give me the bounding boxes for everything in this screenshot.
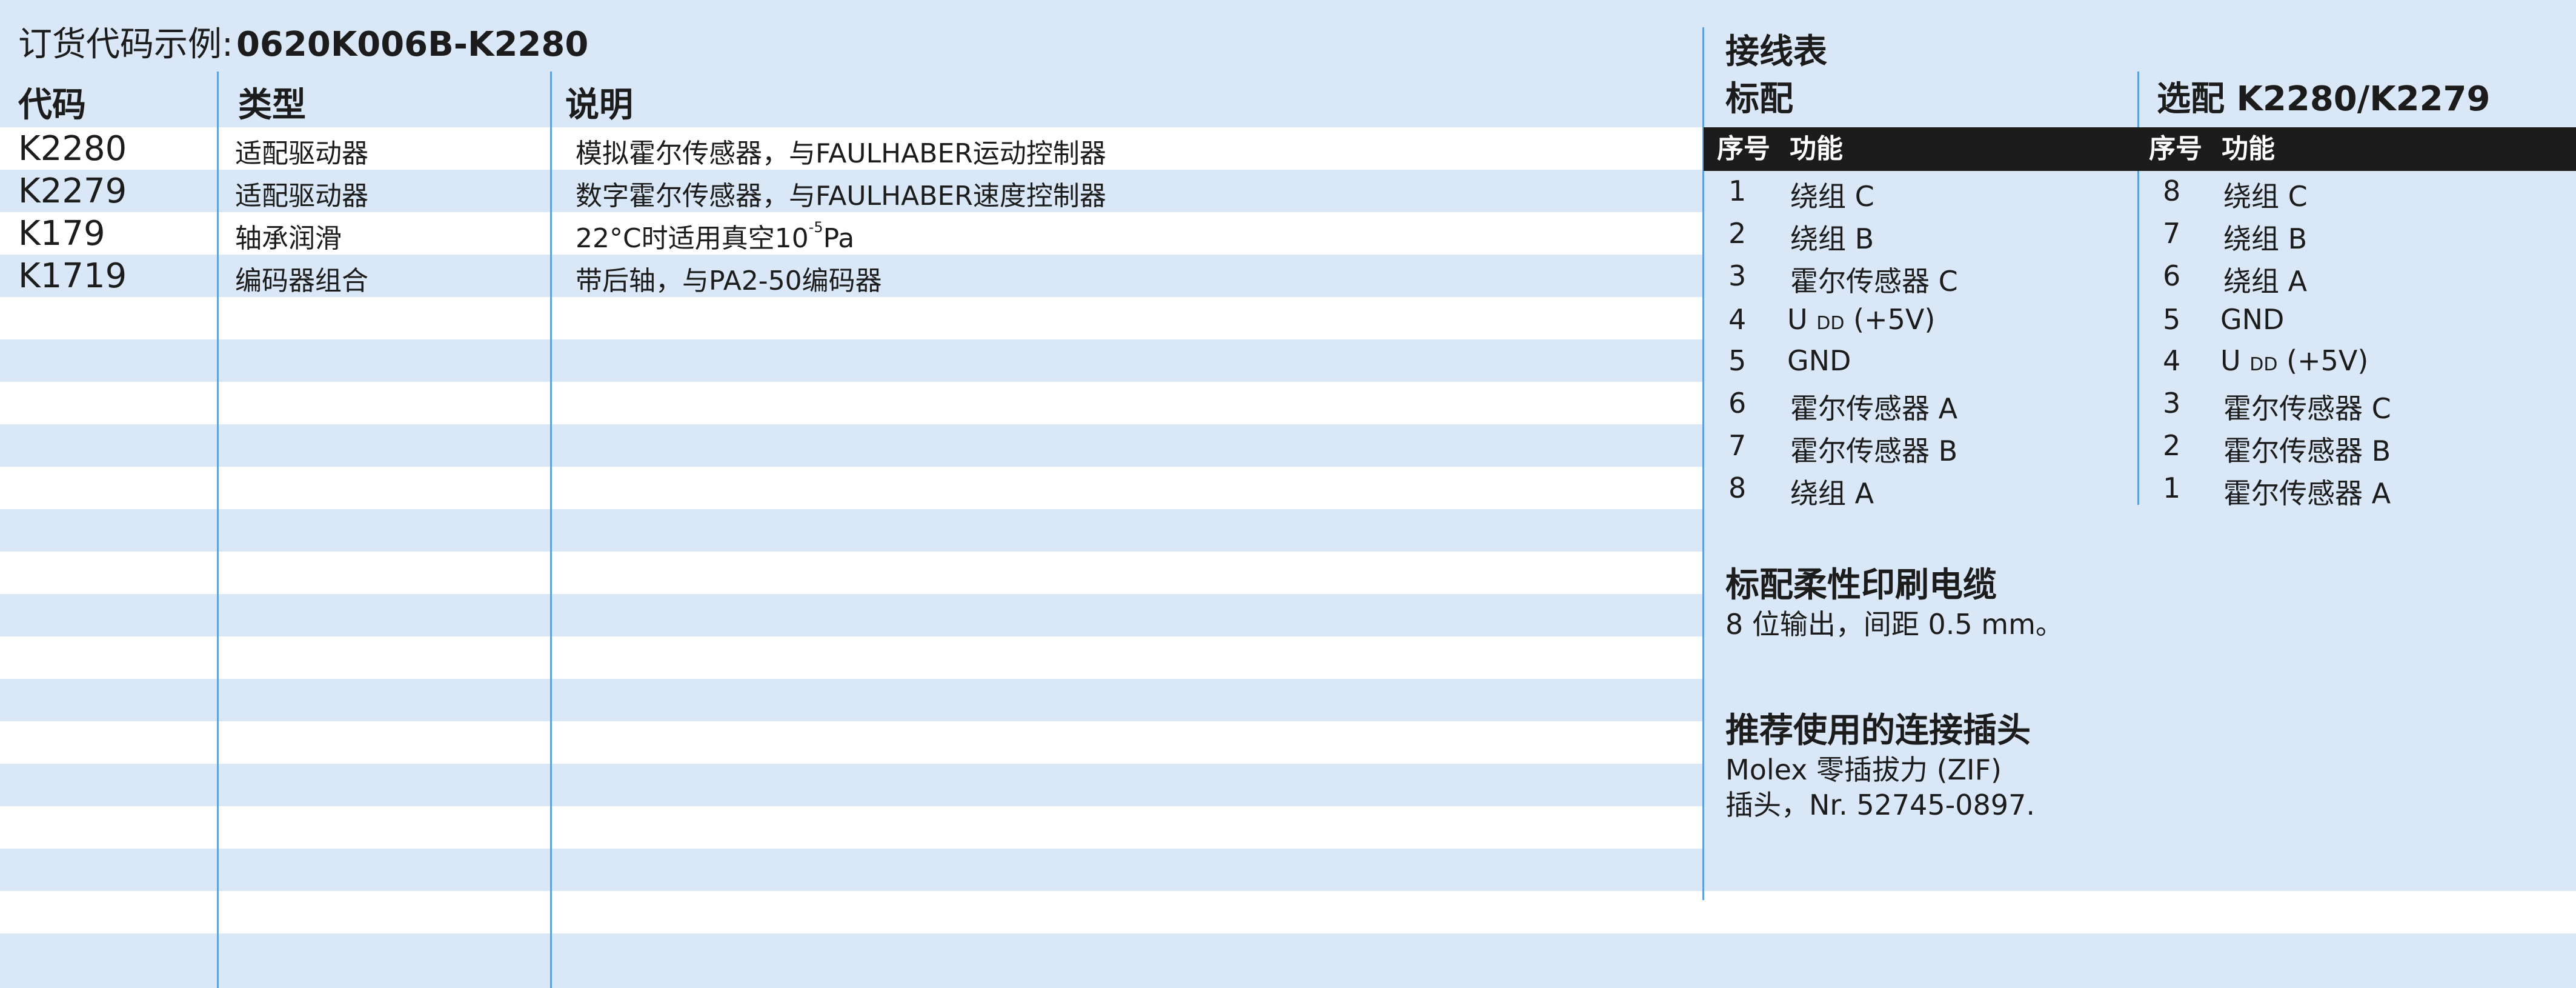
pin-number: 6 (1728, 387, 1747, 419)
row-stripe (0, 297, 1704, 339)
pin-number: 3 (1728, 259, 1747, 292)
option-code: K179 (18, 214, 105, 253)
pin-number: 3 (2163, 387, 2181, 419)
pin-number: 7 (1728, 429, 1747, 462)
option-type: 轴承润滑 (235, 223, 342, 254)
pin-function: 绕组 B (2223, 222, 2308, 255)
col-func-option: 功能 (2222, 133, 2275, 164)
option-code: K1719 (18, 256, 127, 296)
option-type: 适配驱动器 (235, 138, 368, 169)
row-stripe (0, 806, 1704, 849)
row-stripe (0, 891, 2576, 933)
option-description: 模拟霍尔传感器，与FAULHABER运动控制器 (576, 138, 1106, 169)
pin-function: GND (2220, 303, 2285, 336)
pin-number: 1 (1728, 175, 1747, 207)
order-example-label: 订货代码示例: (18, 25, 233, 64)
wiring-header-bar: 序号 功能 序号 功能 (1704, 127, 2576, 171)
connector-line-2: 插头，Nr. 52745-0897. (1725, 789, 2035, 821)
voltage-symbol: U (2220, 344, 2241, 377)
standard-label: 标配 (1725, 79, 1793, 119)
voltage-value: (+5V) (2286, 344, 2369, 377)
pin-number: 5 (1728, 344, 1747, 377)
col-no-option: 序号 (2149, 133, 2202, 164)
cable-text: 8 位输出，间距 0.5 mm。 (1725, 608, 2063, 641)
voltage-subscript: DD (1816, 313, 1845, 334)
pin-function: 绕组 C (2223, 180, 2308, 213)
voltage-symbol: U (1787, 303, 1808, 336)
pin-function: 霍尔传感器 A (2223, 477, 2391, 510)
header-description: 说明 (565, 85, 633, 125)
column-divider (217, 72, 219, 988)
row-stripe (0, 382, 1704, 424)
header-code: 代码 (18, 85, 86, 125)
pin-function: 绕组 A (1790, 477, 1874, 510)
row-stripe (0, 552, 1704, 594)
column-divider (550, 72, 552, 988)
wiring-title: 接线表 (1725, 32, 1827, 72)
option-type: 编码器组合 (235, 265, 368, 296)
pin-number: 8 (2163, 175, 2181, 207)
description-text: 22°C时适用真空10 (576, 223, 809, 254)
option-description: 22°C时适用真空10-5Pa (576, 216, 854, 255)
pin-number: 2 (2163, 429, 2181, 462)
unit: Pa (823, 223, 855, 254)
connector-line-1: Molex 零插拔力 (ZIF) (1725, 753, 2002, 786)
connector-title: 推荐使用的连接插头 (1725, 711, 2031, 750)
pin-function: 霍尔传感器 C (2223, 392, 2391, 425)
voltage-subscript: DD (2249, 354, 2278, 375)
order-example: 订货代码示例: 0620K006B-K2280 (18, 17, 588, 66)
header-type: 类型 (238, 85, 306, 125)
pin-function: 绕组 C (1790, 180, 1874, 213)
pin-number: 7 (2163, 217, 2181, 250)
pin-number: 1 (2163, 472, 2181, 504)
pin-function: 霍尔传感器 C (1790, 265, 1958, 298)
pin-number: 2 (1728, 217, 1747, 250)
pin-function: 绕组 B (1790, 222, 1874, 255)
pin-function: U DD (+5V) (2220, 344, 2368, 377)
exponent: -5 (808, 219, 823, 236)
pin-function: 绕组 A (2223, 265, 2308, 298)
row-stripe (0, 721, 1704, 764)
pin-number: 8 (1728, 472, 1747, 504)
option-label: 选配 K2280/K2279 (2157, 79, 2491, 119)
row-stripe (0, 636, 1704, 679)
order-example-code: 0620K006B-K2280 (236, 25, 589, 64)
voltage-value: (+5V) (1853, 303, 1936, 336)
option-description: 数字霍尔传感器，与FAULHABER速度控制器 (576, 181, 1106, 212)
option-description: 带后轴，与PA2-50编码器 (576, 265, 882, 296)
pin-function: 霍尔传感器 A (1790, 392, 1958, 425)
col-no-standard: 序号 (1717, 133, 1770, 164)
pin-function: 霍尔传感器 B (2223, 435, 2391, 467)
pin-number: 5 (2163, 303, 2181, 336)
option-code: K2280 (18, 129, 127, 169)
pin-function: GND (1787, 344, 1851, 377)
pin-function: 霍尔传感器 B (1790, 435, 1958, 467)
pin-function: U DD (+5V) (1787, 303, 1935, 336)
row-stripe (0, 467, 1704, 509)
pin-number: 4 (2163, 344, 2181, 377)
option-code: K2279 (18, 172, 127, 211)
cable-title: 标配柔性印刷电缆 (1725, 566, 1997, 605)
col-func-standard: 功能 (1790, 133, 1843, 164)
pin-number: 6 (2163, 259, 2181, 292)
pin-number: 4 (1728, 303, 1747, 336)
option-type: 适配驱动器 (235, 181, 368, 212)
